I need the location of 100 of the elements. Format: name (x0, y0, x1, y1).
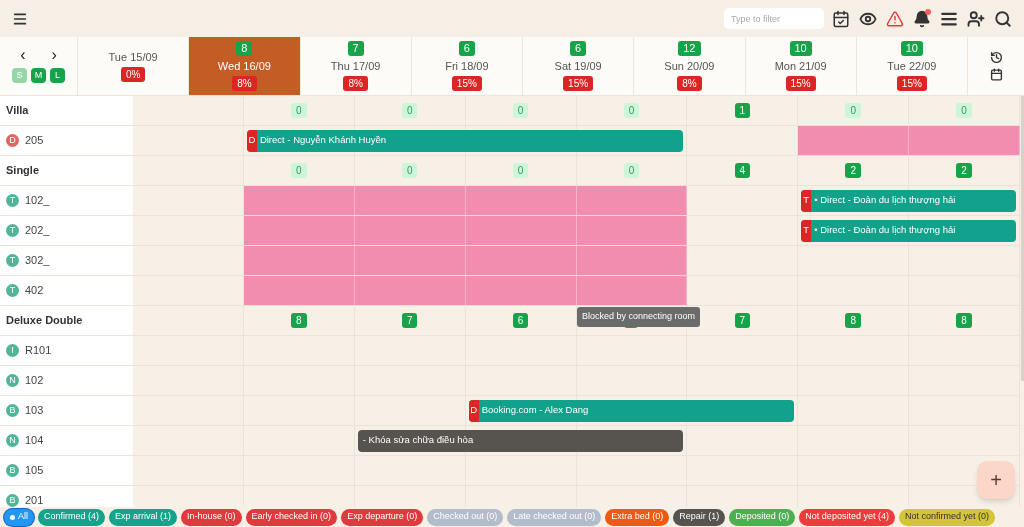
count-badge: 12 (678, 41, 701, 56)
availability-badge: 1 (734, 103, 751, 118)
day-header[interactable]: 6 Sat 19/09 15% (523, 37, 635, 95)
availability-badge: 0 (291, 163, 307, 178)
room-number: 202_ (25, 223, 50, 239)
room-number: 402 (25, 283, 44, 299)
room-number: 103 (25, 403, 44, 419)
filter-chip[interactable]: Repair (1) (673, 508, 726, 526)
occupancy-badge: 8% (677, 76, 702, 91)
filter-field[interactable]: Type to filter (724, 8, 824, 29)
availability-badge: 0 (512, 103, 529, 118)
room-number: 105 (25, 463, 44, 479)
availability-badge: 2 (845, 163, 861, 178)
room-status-badge: T (6, 224, 19, 237)
previous-button[interactable]: ‹ (17, 49, 29, 61)
filter-chip[interactable]: Not deposited yet (4) (799, 508, 895, 526)
room-status-badge: B (6, 464, 19, 477)
room-type-label: Villa (0, 96, 133, 125)
availability-badge: 2 (956, 163, 972, 178)
day-header[interactable]: 10 Mon 21/09 15% (745, 37, 857, 95)
occupancy-badge: 0% (120, 67, 146, 82)
occupancy-badge: 15% (451, 76, 482, 91)
size-button[interactable]: L (50, 68, 65, 83)
count-badge: 8 (236, 41, 253, 56)
filter-chip[interactable]: Extra bed (0) (605, 508, 670, 526)
room-type-label: Deluxe Double (0, 306, 133, 335)
day-date: Sat 19/09 (554, 59, 602, 73)
day-header[interactable]: 7 Thu 17/09 8% (300, 37, 412, 95)
booking-label: • Direct - Đoàn du lịch thượng hải (814, 223, 956, 238)
booking-bar[interactable]: D Direct - Nguyễn Khánh Huyền (246, 129, 684, 152)
booking-label: Direct - Nguyễn Khánh Huyền (259, 133, 387, 148)
room-number: 102 (25, 373, 44, 389)
availability-badge: 7 (401, 313, 418, 328)
availability-badge: 8 (291, 313, 307, 328)
filter-chip[interactable]: Early checked in (0) (245, 508, 338, 526)
availability-badge: 7 (734, 313, 751, 328)
filter-chip[interactable]: Exp departure (0) (341, 508, 424, 526)
search-icon[interactable] (994, 9, 1012, 28)
day-header[interactable]: 6 Fri 18/09 15% (411, 37, 523, 95)
room-number: R101 (25, 343, 52, 359)
repair-block[interactable]: - Khóa sửa chữa điều hòa (357, 429, 684, 452)
room-status-badge: I (6, 344, 19, 357)
occupancy-badge: 15% (896, 76, 927, 91)
availability-badge: 8 (845, 313, 861, 328)
availability-badge: 0 (623, 163, 640, 178)
occupancy-badge: 15% (785, 76, 816, 91)
tooltip: Blocked by connecting room (577, 307, 701, 327)
availability-badge: 8 (956, 313, 972, 328)
occupancy-badge: 8% (232, 76, 257, 91)
booking-bar[interactable]: T • Direct - Đoàn du lịch thượng hải (801, 219, 1016, 242)
room-number: 205 (25, 133, 44, 149)
booking-bar[interactable]: D Booking.com - Alex Dang (468, 399, 795, 422)
calendar-icon[interactable] (989, 68, 1003, 81)
source-tag: T (801, 189, 812, 212)
add-user-icon[interactable] (967, 9, 985, 28)
day-header[interactable]: 10 Tue 22/09 15% (856, 37, 968, 95)
availability-badge: 0 (401, 103, 418, 118)
source-tag: D (468, 399, 479, 422)
next-button[interactable]: › (48, 49, 60, 61)
availability-badge: 4 (734, 163, 751, 178)
availability-badge: 6 (512, 313, 529, 328)
day-date: Mon 21/09 (774, 59, 827, 73)
room-type-label: Single (0, 156, 133, 185)
room-number: 201 (25, 493, 44, 507)
size-button[interactable]: M (31, 68, 46, 83)
day-header[interactable]: 12 Sun 20/09 8% (634, 37, 746, 95)
room-number: 302_ (25, 253, 50, 269)
room-status-badge: T (6, 284, 19, 297)
availability-badge: 0 (291, 103, 307, 118)
calendar-check-icon[interactable] (832, 9, 850, 28)
filter-chip[interactable]: Not confirmed yet (0) (898, 508, 995, 526)
booking-label: - Khóa sửa chữa điều hòa (362, 433, 474, 448)
booking-bar[interactable]: T • Direct - Đoàn du lịch thượng hải (801, 189, 1016, 212)
occupancy-badge: 15% (563, 76, 594, 91)
room-status-badge: D (6, 134, 19, 147)
day-date: Wed 16/09 (217, 59, 271, 73)
day-date: Sun 20/09 (664, 59, 715, 73)
availability-badge: 0 (623, 103, 640, 118)
room-status-badge: B (6, 494, 19, 507)
count-badge: 10 (900, 41, 923, 56)
filter-chip[interactable]: Exp arrival (1) (109, 508, 178, 526)
filter-chip[interactable]: Confirmed (4) (38, 508, 106, 526)
day-date: Tue 22/09 (887, 59, 937, 73)
booking-label: • Direct - Đoàn du lịch thượng hải (814, 193, 956, 208)
bell-icon[interactable] (913, 9, 931, 28)
count-badge: 6 (458, 41, 475, 56)
room-status-badge: N (6, 374, 19, 387)
booking-label: Booking.com - Alex Dang (481, 403, 589, 418)
history-icon[interactable] (989, 51, 1003, 64)
day-header[interactable]: 8 Wed 16/09 8% (189, 37, 301, 95)
room-status-badge: N (6, 434, 19, 447)
filter-chip[interactable]: Deposited (0) (729, 508, 796, 526)
room-number: 102_ (25, 193, 50, 209)
filter-chip[interactable]: In-house (0) (181, 508, 242, 526)
day-date: Fri 18/09 (445, 59, 489, 73)
warning-icon[interactable] (886, 9, 904, 28)
source-tag: D (246, 129, 257, 152)
day-date: Thu 17/09 (330, 59, 381, 73)
filter-chip[interactable]: All (4, 508, 34, 526)
add-button[interactable]: + (977, 461, 1015, 499)
